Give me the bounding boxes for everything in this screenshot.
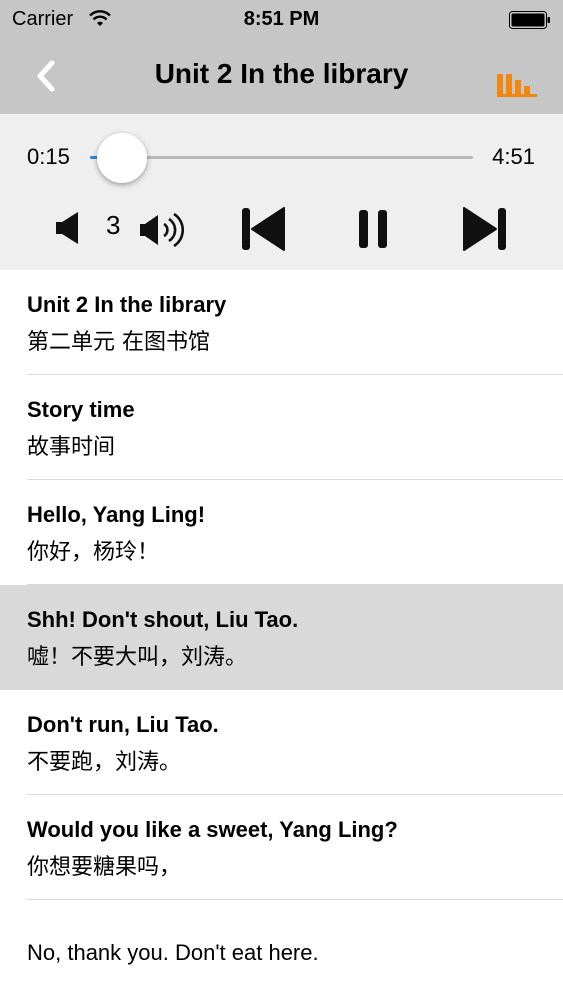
sentence-english: Don't run, Liu Tao.	[27, 712, 219, 737]
volume-level: 3	[106, 210, 121, 240]
volume-down-icon[interactable]	[54, 211, 82, 245]
page-title: Unit 2 In the library	[154, 58, 409, 89]
total-time: 4:51	[492, 144, 535, 169]
navigation-bar: Unit 2 In the library	[0, 40, 563, 114]
sentence-english: Would you like a sweet, Yang Ling?	[27, 817, 398, 842]
sentence-row[interactable]: Unit 2 In the library 第二单元 在图书馆	[0, 270, 563, 375]
sentence-chinese: 故事时间	[27, 435, 116, 460]
audio-player: 0:15 4:51 3	[0, 114, 563, 270]
volume-up-icon[interactable]	[138, 210, 190, 250]
sentence-english: No, thank you. Don't eat here.	[27, 940, 319, 965]
next-track-icon[interactable]	[462, 207, 508, 251]
elapsed-time: 0:15	[27, 144, 70, 169]
sentence-english: Unit 2 In the library	[27, 292, 227, 317]
sentence-row[interactable]: Don't run, Liu Tao. 不要跑，刘涛。	[0, 690, 563, 795]
previous-track-icon[interactable]	[240, 207, 286, 251]
status-bar: Carrier 8:51 PM	[0, 0, 563, 40]
progress-slider[interactable]	[90, 156, 473, 159]
sentence-chinese: 嘘！不要大叫，刘涛。	[27, 645, 248, 670]
sentence-row[interactable]: Hello, Yang Ling! 你好，杨玲！	[0, 480, 563, 585]
pause-icon[interactable]	[357, 209, 389, 249]
sentence-chinese: 你想要糖果吗，	[27, 855, 182, 880]
progress-slider-thumb[interactable]	[97, 133, 147, 183]
sentence-row[interactable]: Would you like a sweet, Yang Ling? 你想要糖果…	[0, 795, 563, 900]
battery-icon	[509, 11, 550, 29]
sentence-chinese: 你好，杨玲！	[27, 540, 160, 565]
sentence-list: Unit 2 In the library 第二单元 在图书馆 Story ti…	[0, 270, 563, 1000]
sentence-english: Story time	[27, 397, 135, 422]
sentence-english: Shh! Don't shout, Liu Tao.	[27, 607, 299, 632]
status-time: 8:51 PM	[243, 8, 320, 30]
sentence-chinese: 不要跑，刘涛。	[27, 750, 182, 775]
sentence-row[interactable]: Story time 故事时间	[0, 375, 563, 480]
audio-levels-icon[interactable]	[497, 70, 537, 100]
sentence-chinese: 第二单元 在图书馆	[27, 330, 210, 355]
sentence-row[interactable]: No, thank you. Don't eat here.	[0, 900, 563, 1000]
sentence-row-playing[interactable]: Shh! Don't shout, Liu Tao. 嘘！不要大叫，刘涛。	[0, 585, 563, 690]
sentence-english: Hello, Yang Ling!	[27, 502, 206, 527]
